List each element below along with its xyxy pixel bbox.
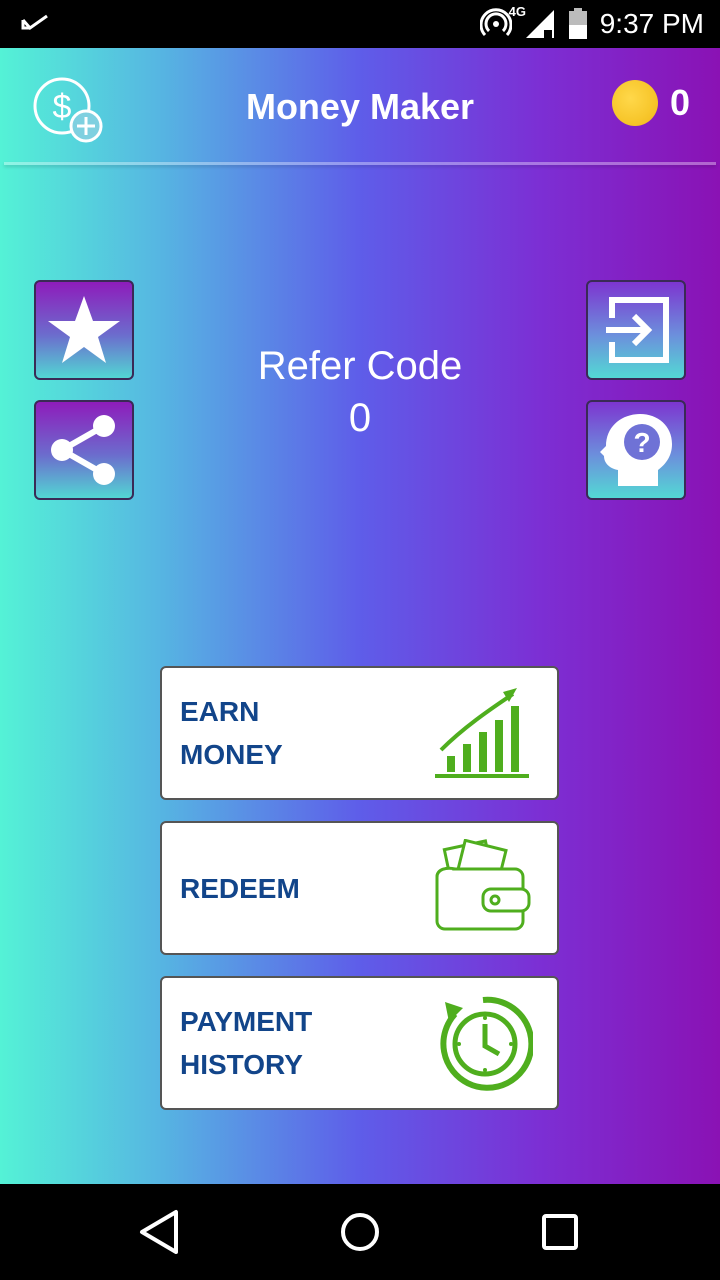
header-divider <box>4 162 716 165</box>
signal-icon <box>525 10 554 38</box>
home-icon[interactable] <box>330 1202 390 1262</box>
refer-code-section: Refer Code 0 <box>0 340 720 444</box>
payment-history-button[interactable]: PAYMENT HISTORY <box>160 976 559 1110</box>
battery-icon <box>568 8 587 39</box>
navigation-bar <box>0 1184 720 1280</box>
recents-icon[interactable] <box>530 1202 590 1262</box>
back-icon[interactable] <box>130 1202 190 1262</box>
coin-count: 0 <box>669 82 690 123</box>
coin-balance: 0 <box>611 80 690 126</box>
redeem-label: REDEEM <box>180 872 300 904</box>
status-bar: 4G 9:37 PM <box>0 0 720 48</box>
network-type-label: 4G <box>508 4 526 19</box>
hotspot-icon <box>479 8 512 37</box>
coin-icon <box>611 80 658 126</box>
payment-history-label: PAYMENT HISTORY <box>180 1006 313 1080</box>
notification-check-icon <box>21 14 48 31</box>
growth-chart-icon <box>435 688 529 778</box>
refer-code-value: 0 <box>348 396 372 440</box>
redeem-button[interactable]: REDEEM <box>160 821 559 955</box>
app-screen: $ Money Maker 0 ? Refer Code 0 EARN MONE… <box>0 48 720 1184</box>
wallet-icon <box>435 839 531 931</box>
status-time: 9:37 PM <box>599 8 704 39</box>
clock-history-icon <box>440 996 533 1091</box>
refer-code-label: Refer Code <box>257 344 463 388</box>
earn-money-button[interactable]: EARN MONEY <box>160 666 559 800</box>
earn-money-label: EARN MONEY <box>180 696 283 770</box>
top-bar: $ Money Maker 0 <box>0 48 720 166</box>
